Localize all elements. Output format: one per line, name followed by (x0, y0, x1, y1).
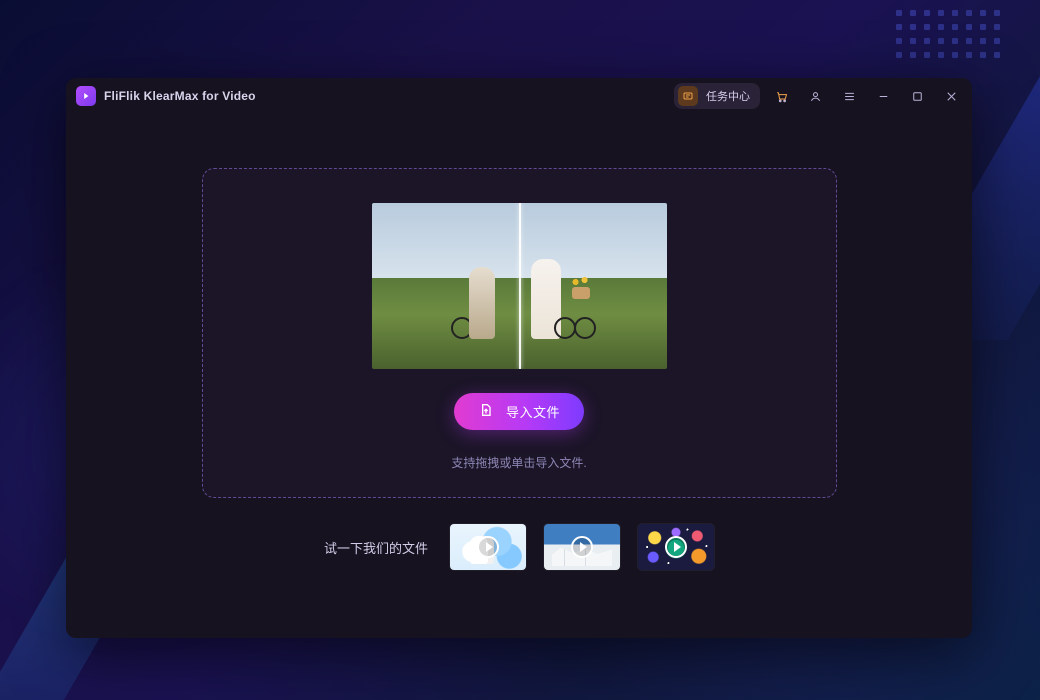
app-title: FliFlik KlearMax for Video (104, 89, 256, 103)
titlebar: FliFlik KlearMax for Video 任务中心 (66, 78, 972, 114)
import-file-icon (478, 402, 494, 421)
app-logo-icon (76, 86, 96, 106)
cart-button[interactable] (768, 83, 794, 109)
desktop-backdrop: FliFlik KlearMax for Video 任务中心 (0, 0, 1040, 700)
maximize-button[interactable] (904, 83, 930, 109)
task-center-label: 任务中心 (706, 88, 750, 104)
import-file-button[interactable]: 导入文件 (454, 393, 584, 430)
account-button[interactable] (802, 83, 828, 109)
import-file-label: 导入文件 (506, 402, 560, 421)
close-button[interactable] (938, 83, 964, 109)
samples-label: 试一下我们的文件 (324, 538, 428, 557)
sample-thumb-3[interactable] (638, 524, 714, 570)
sample-row: 试一下我们的文件 (324, 524, 714, 570)
import-dropzone[interactable]: 导入文件 支持拖拽或单击导入文件. (202, 168, 837, 498)
dropzone-hint: 支持拖拽或单击导入文件. (451, 454, 586, 471)
cart-icon (774, 89, 789, 104)
task-pill-icon (678, 86, 698, 106)
maximize-icon (910, 89, 925, 104)
user-icon (808, 89, 823, 104)
task-center-button[interactable]: 任务中心 (674, 83, 760, 109)
minimize-icon (876, 89, 891, 104)
preview-comparison-image (372, 203, 667, 369)
hamburger-icon (842, 89, 857, 104)
menu-button[interactable] (836, 83, 862, 109)
play-icon (571, 536, 593, 558)
app-window: FliFlik KlearMax for Video 任务中心 (66, 78, 972, 638)
sample-thumb-1[interactable] (450, 524, 526, 570)
sample-thumb-2[interactable] (544, 524, 620, 570)
minimize-button[interactable] (870, 83, 896, 109)
play-icon (665, 536, 687, 558)
play-icon (477, 536, 499, 558)
main-content: 导入文件 支持拖拽或单击导入文件. 试一下我们的文件 (66, 114, 972, 638)
close-icon (944, 89, 959, 104)
